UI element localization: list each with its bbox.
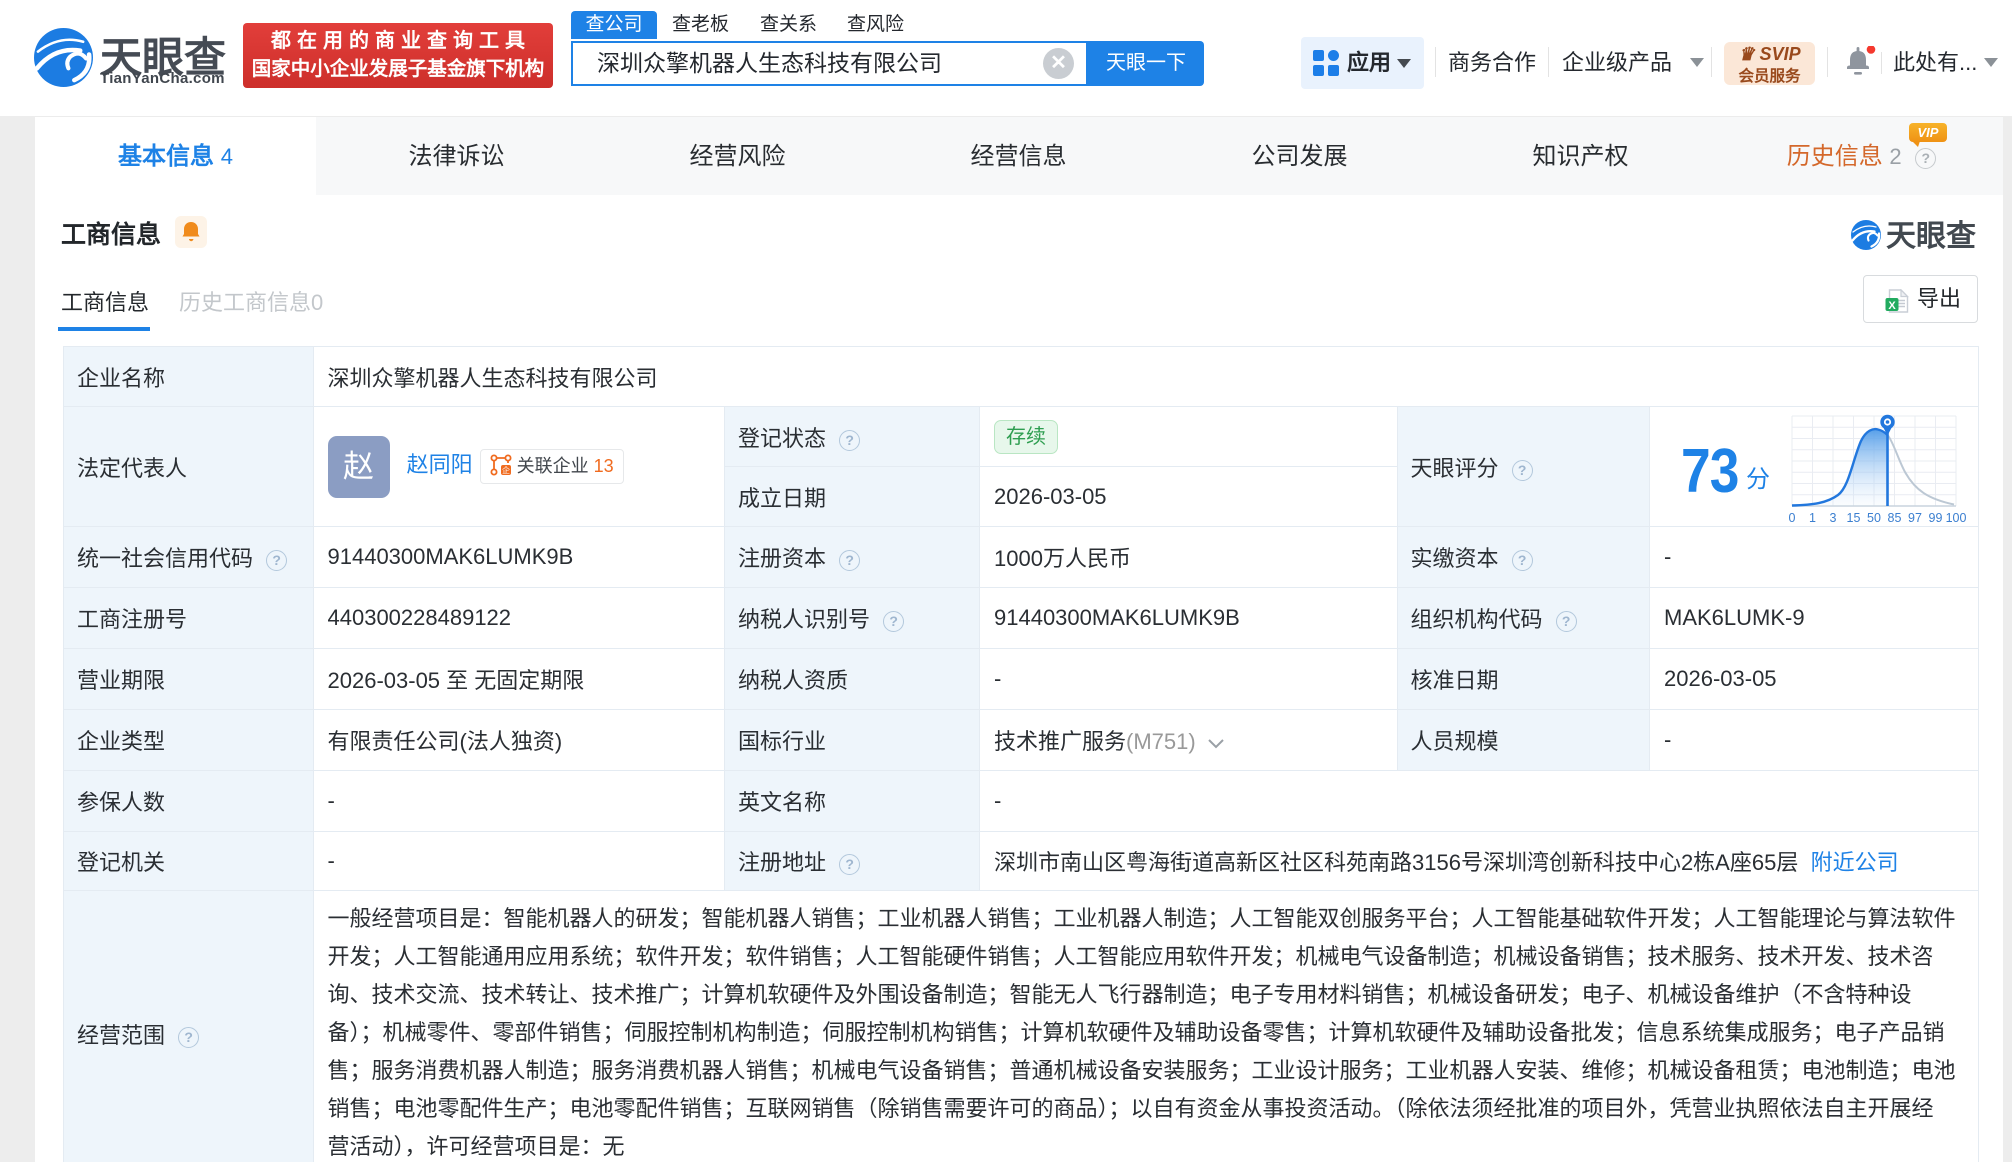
- svg-text:50: 50: [1867, 511, 1881, 525]
- svg-text:0: 0: [1789, 511, 1796, 525]
- svg-text:100: 100: [1946, 511, 1967, 525]
- svg-text:企: 企: [502, 465, 510, 475]
- svg-text:15: 15: [1847, 511, 1861, 525]
- svg-text:85: 85: [1888, 511, 1902, 525]
- svg-text:X: X: [1888, 300, 1896, 312]
- svg-text:3: 3: [1830, 511, 1837, 525]
- svg-text:1: 1: [1809, 511, 1816, 525]
- svg-text:99: 99: [1929, 511, 1943, 525]
- svg-text:97: 97: [1908, 511, 1922, 525]
- svg-text:天眼查: 天眼查: [1886, 220, 1976, 251]
